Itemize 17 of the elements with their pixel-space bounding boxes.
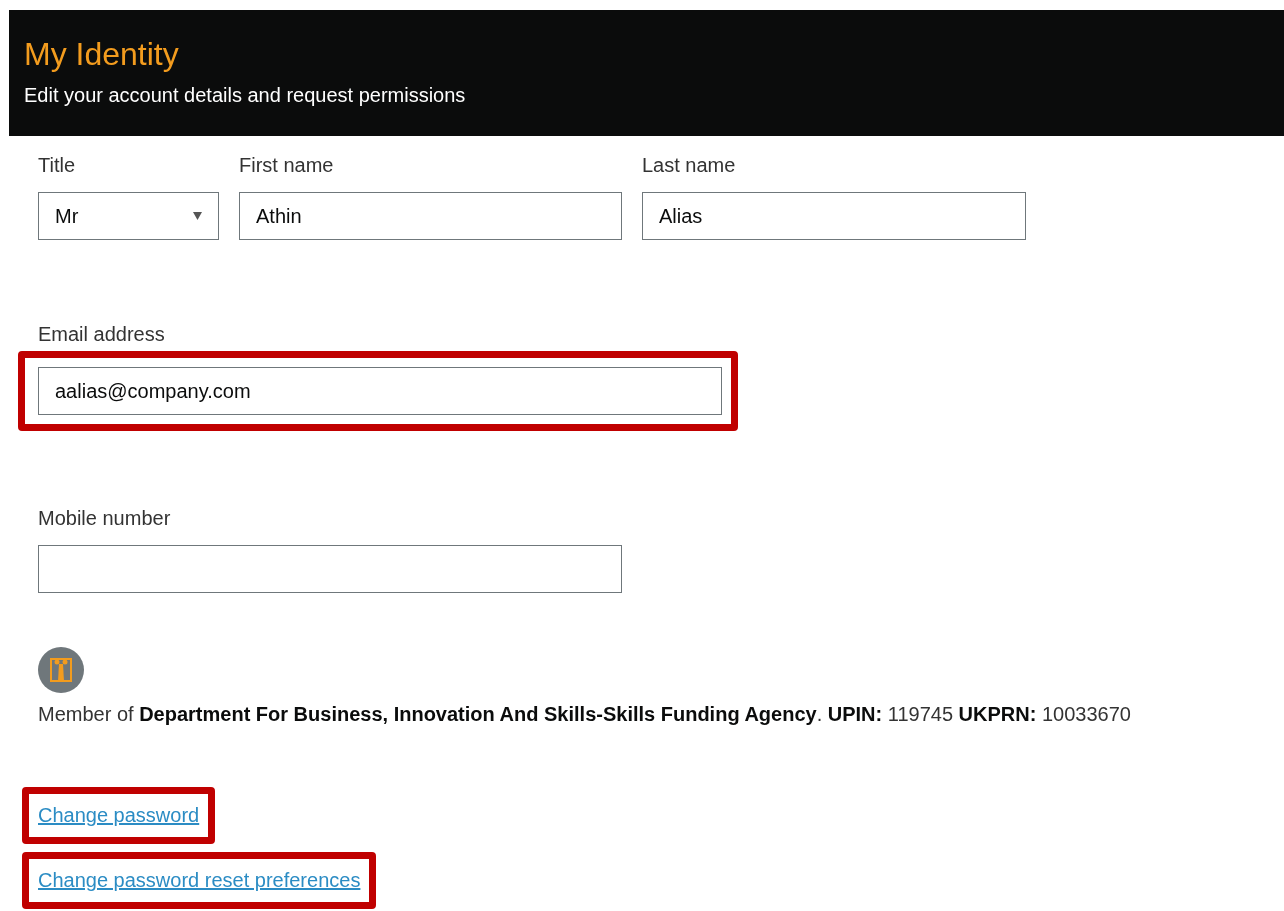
title-select[interactable]: Mr — [38, 192, 219, 240]
link[interactable]: Change password reset preferences — [38, 869, 361, 891]
organisation-icon — [38, 647, 84, 693]
input-field[interactable]: aalias@company.com — [38, 367, 722, 415]
input-field[interactable]: Athin — [239, 192, 622, 240]
input-field[interactable]: Alias — [642, 192, 1026, 240]
caret-icon — [193, 212, 202, 220]
membership-text: Member of Department For Business, Innovation And Skills-Skills Funding Agency. UPIN: 119745 UKPRN: 10033670 — [38, 702, 1132, 727]
field-label: Last name — [642, 153, 737, 178]
input-field[interactable] — [38, 545, 622, 593]
field-label: Title — [38, 153, 77, 178]
field-label: First name — [239, 153, 335, 178]
page-title: My Identity — [24, 35, 180, 74]
field-label: Email address — [38, 322, 166, 347]
link[interactable]: Change password — [38, 804, 200, 826]
page-subtitle: Edit your account details and request permissions — [24, 83, 467, 108]
field-label: Mobile number — [38, 506, 172, 531]
